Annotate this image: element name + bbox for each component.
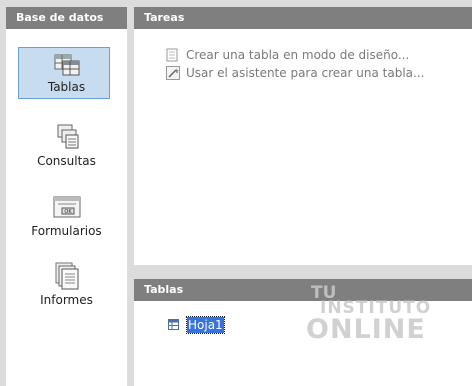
database-panel-title: Base de datos: [16, 11, 104, 24]
tables-icon: [52, 50, 82, 80]
sidebar-item-formularios[interactable]: OK Formularios: [6, 192, 127, 242]
svg-text:OK: OK: [64, 209, 72, 215]
sidebar-item-label: Tablas: [47, 80, 86, 94]
sidebar-item-label: Consultas: [37, 154, 96, 168]
sidebar-item-tablas[interactable]: Tablas: [6, 47, 127, 101]
tasks-panel: Crear una tabla en modo de diseño... Usa…: [134, 29, 472, 265]
sidebar-item-consultas[interactable]: Consultas: [6, 122, 127, 172]
queries-icon: [52, 122, 82, 152]
tables-panel-title: Tablas: [144, 283, 184, 296]
database-sidebar: Tablas Consultas OK Formularios Informes: [6, 29, 127, 386]
reports-icon: [52, 261, 82, 291]
tasks-panel-header: Tareas: [134, 7, 472, 29]
tables-panel: Hoja1: [134, 301, 472, 386]
sidebar-item-informes[interactable]: Informes: [6, 261, 127, 313]
table-icon: [168, 319, 179, 330]
task-label: Crear una tabla en modo de diseño...: [186, 48, 410, 62]
task-label: Usar el asistente para crear una tabla..…: [186, 66, 425, 80]
table-name: Hoja1: [186, 316, 225, 334]
tasks-panel-title: Tareas: [144, 11, 185, 24]
database-panel-header: Base de datos: [6, 7, 127, 29]
tables-panel-header: Tablas: [134, 279, 472, 301]
wizard-icon: [166, 66, 180, 80]
sidebar-item-label: Informes: [40, 293, 93, 307]
forms-icon: OK: [52, 192, 82, 222]
design-table-icon: [166, 48, 180, 62]
sidebar-item-label: Formularios: [31, 224, 102, 238]
